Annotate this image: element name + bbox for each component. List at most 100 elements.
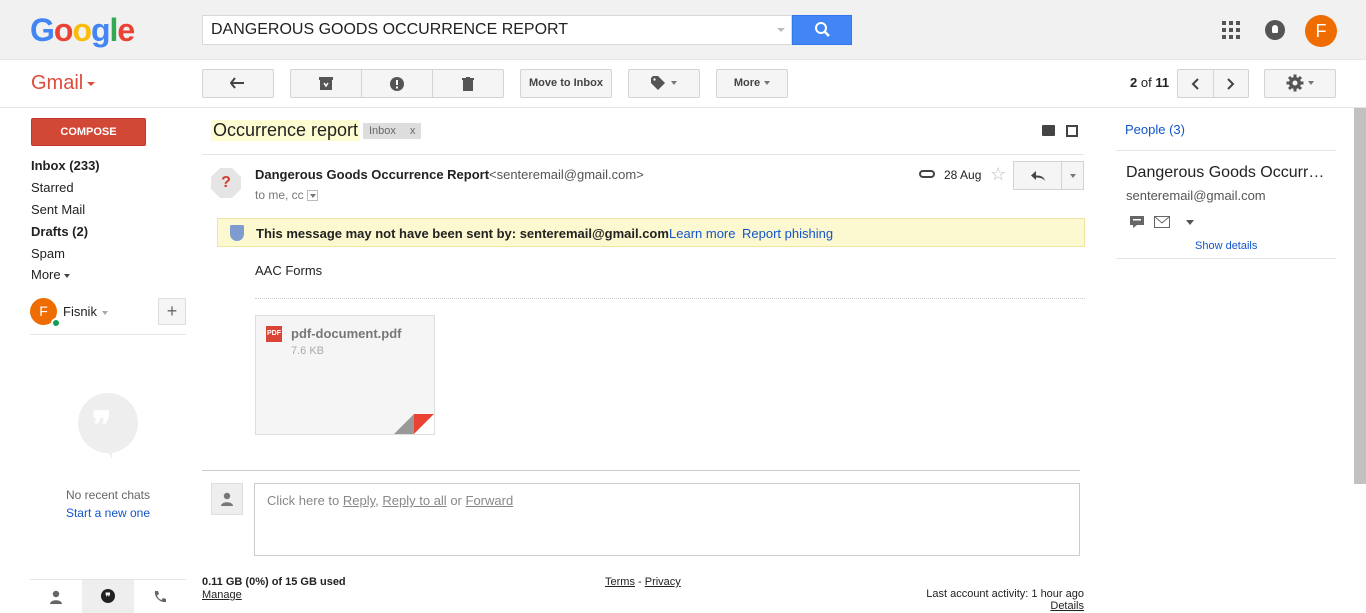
report-phishing-link[interactable]: Report phishing [742,226,833,241]
print-icon[interactable] [1042,125,1055,136]
reply-or: or [450,493,462,508]
chevron-left-icon [1191,77,1199,90]
newer-button[interactable] [1178,70,1214,97]
sidebar-item-starred[interactable]: Starred [31,180,74,195]
pager-buttons [1177,69,1249,98]
left-sidebar: COMPOSE Inbox (233) Starred Sent Mail Dr… [0,108,195,613]
sender-name[interactable]: Dangerous Goods Occurrence Report [255,167,489,182]
divider [202,470,1080,471]
google-logo[interactable]: Google [30,12,135,49]
contact-email: senteremail@gmail.com [1126,188,1266,203]
conversations-tab[interactable]: ❞ [82,580,134,613]
chevron-down-icon[interactable] [1186,219,1194,225]
email-subject: Occurrence report [211,120,361,141]
search-input[interactable] [203,16,763,44]
terms-link[interactable]: Terms [605,576,635,588]
email-date: 28 Aug [944,168,982,182]
user-name[interactable]: Fisnik [63,304,108,319]
logo-letter: o [72,12,92,48]
sidebar-item-spam[interactable]: Spam [31,246,65,261]
labels-button[interactable] [628,69,700,98]
attachment-name: pdf-document.pdf [291,326,402,341]
email-icon[interactable] [1154,216,1170,228]
people-header-link[interactable]: People (3) [1125,122,1185,137]
hangouts-bubble-icon: ❞ [78,393,138,459]
label-chip-text: Inbox [369,125,396,137]
label-tag-icon [651,76,665,91]
search-options-caret-icon[interactable] [777,28,785,32]
chevron-down-icon [63,273,70,278]
sidebar-item-sent-mail[interactable]: Sent Mail [31,202,85,217]
reply-all-link[interactable]: Reply to all [382,493,446,508]
manage-storage-link[interactable]: Manage [202,589,242,601]
more-reply-options-button[interactable] [1062,162,1083,189]
hangouts-user-row: F Fisnik + [30,298,186,334]
spam-icon [390,76,404,91]
sidebar-item-drafts[interactable]: Drafts (2) [31,224,88,239]
reply-prompt: Click here to Reply, Reply to all or For… [267,493,514,508]
chevron-down-icon [671,81,677,86]
sidebar-item-inbox[interactable]: Inbox (233) [31,158,100,173]
last-activity: Last account activity: 1 hour ago [926,588,1084,600]
move-to-inbox-button[interactable]: Move to Inbox [520,69,612,98]
chevron-down-icon [1069,173,1076,178]
apps-grid-icon[interactable] [1222,21,1240,39]
archive-button[interactable] [291,70,362,97]
svg-text:❞: ❞ [105,592,110,603]
reply-link[interactable]: Reply [343,493,375,508]
storage-usage: 0.11 GB (0%) of 15 GB used [202,576,346,588]
gmail-menu[interactable]: Gmail [31,72,96,95]
contacts-tab[interactable] [30,580,82,613]
more-label: More [733,77,761,89]
recipients-text: to me, cc [255,188,304,202]
scrollbar[interactable] [1354,108,1366,484]
activity-details-link[interactable]: Details [924,600,1084,612]
divider [202,154,1084,155]
reply-button-group [1013,161,1084,190]
top-bar: Google F [0,0,1366,60]
phone-tab[interactable] [134,580,186,613]
action-button-group [290,69,504,98]
open-new-window-icon[interactable] [1066,125,1078,137]
hangouts-icon: ❞ [101,588,115,603]
quick-reply-box[interactable]: Click here to Reply, Reply to all or For… [254,483,1080,556]
person-icon [221,492,233,506]
forward-link[interactable]: Forward [466,493,514,508]
show-details-link[interactable]: Show details [1195,240,1257,252]
logo-letter: G [30,12,55,48]
privacy-link[interactable]: Privacy [645,576,681,588]
start-new-chat-link[interactable]: Start a new one [30,506,186,520]
settings-button[interactable] [1264,69,1336,98]
notifications-icon[interactable] [1265,20,1285,40]
logo-letter: g [90,12,111,48]
more-actions-button[interactable]: More [716,69,788,98]
sidebar-item-more[interactable]: More [31,267,70,282]
remove-label-button[interactable]: x [410,125,416,137]
shield-icon [230,225,244,241]
footer-links: Terms - Privacy [605,576,681,588]
search-button[interactable] [792,15,852,45]
older-button[interactable] [1214,70,1249,97]
account-avatar[interactable]: F [1305,15,1337,47]
person-icon [50,590,62,604]
new-chat-button[interactable]: + [158,298,186,325]
compose-button[interactable]: COMPOSE [31,118,146,146]
unknown-sender-icon: ? [211,168,241,198]
report-spam-button[interactable] [362,70,433,97]
attachment-card[interactable]: PDF pdf-document.pdf 7.6 KB [255,315,435,435]
learn-more-link[interactable]: Learn more [669,226,735,241]
show-details-caret-icon[interactable] [306,190,318,202]
star-icon[interactable]: ☆ [990,164,1006,185]
chevron-down-icon [764,81,771,86]
back-button[interactable] [202,69,274,98]
search-box[interactable] [202,15,792,45]
phone-icon [154,590,166,602]
gmail-label: Gmail [31,72,84,94]
delete-button[interactable] [433,70,503,97]
attachment-divider [255,298,1085,299]
reply-button[interactable] [1014,162,1062,189]
email-view: Occurrence report Inbox x ? Dangerous Goo… [195,108,1100,613]
chat-icon[interactable] [1130,216,1144,228]
people-panel: People (3) Dangerous Goods Occurrence Re… [1100,108,1366,613]
label-chip-inbox[interactable]: Inbox x [363,123,422,139]
